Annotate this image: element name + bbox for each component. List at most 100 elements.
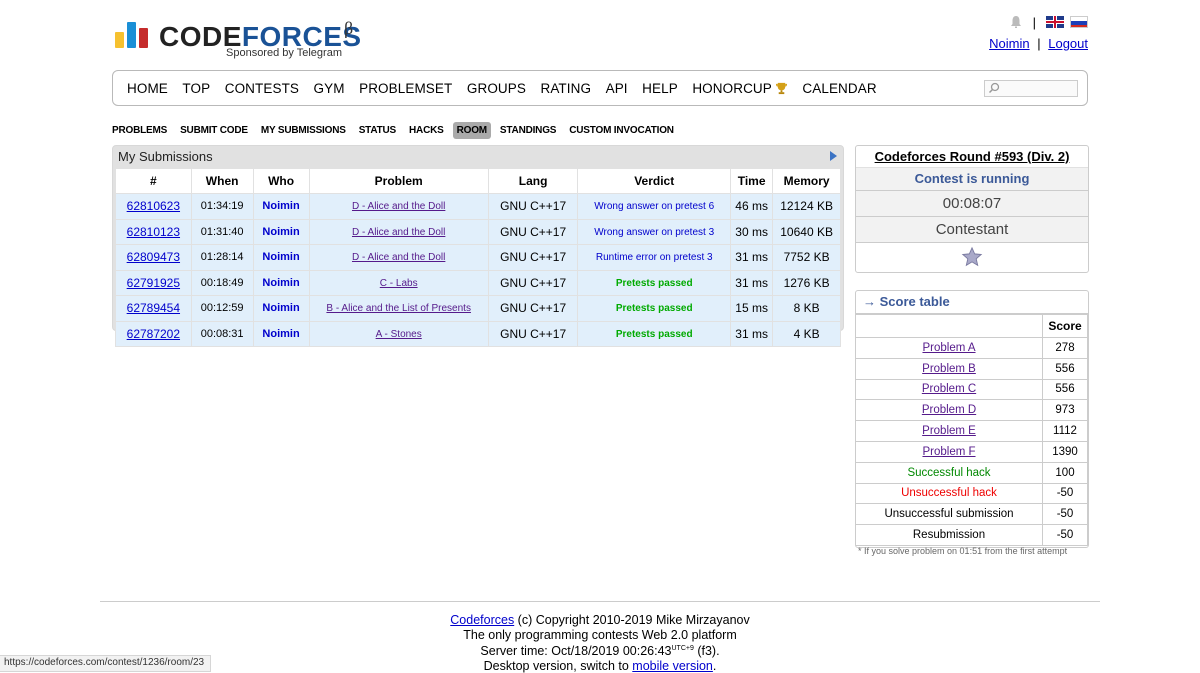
score-label: Unsuccessful hack xyxy=(901,487,997,500)
subnav-standings[interactable]: STANDINGS xyxy=(500,125,557,136)
submission-who[interactable]: Noimin xyxy=(252,244,310,271)
expand-arrow-icon[interactable] xyxy=(830,151,837,161)
score-row: Unsuccessful hack -50 xyxy=(856,482,1088,505)
logout-link[interactable]: Logout xyxy=(1048,36,1088,51)
submission-id-link[interactable]: 62789454 xyxy=(127,301,180,315)
submission-lang: GNU C++17 xyxy=(487,295,579,322)
submission-who[interactable]: Noimin xyxy=(252,193,310,220)
col-memory: Memory xyxy=(772,168,841,194)
logo-bars-icon xyxy=(115,22,151,48)
submission-row: 62809473 01:28:14 Noimin D - Alice and the … xyxy=(115,244,841,271)
submission-verdict[interactable]: Pretests passed xyxy=(577,320,731,347)
submission-who[interactable]: Noimin xyxy=(252,320,310,347)
submission-problem-link[interactable]: A - Stones xyxy=(376,329,422,340)
menu-help[interactable]: HELP xyxy=(642,81,678,96)
menu-problemset[interactable]: PROBLEMSET xyxy=(359,81,452,96)
score-problem-link[interactable]: Problem C xyxy=(922,383,976,395)
submission-lang: GNU C++17 xyxy=(487,269,579,296)
footer-codeforces-link[interactable]: Codeforces xyxy=(450,613,514,627)
score-value: 1112 xyxy=(1042,420,1088,442)
submission-verdict[interactable]: Wrong answer on pretest 3 xyxy=(577,218,731,245)
ru-flag-icon[interactable] xyxy=(1070,16,1088,28)
score-problem-link[interactable]: Problem B xyxy=(922,363,976,375)
submission-row: 62810623 01:34:19 Noimin D - Alice and the … xyxy=(115,193,841,220)
participant-role: Contestant xyxy=(856,217,1088,243)
submission-id-link[interactable]: 62810623 xyxy=(127,199,180,213)
menu-home[interactable]: HOME xyxy=(127,81,168,96)
search-input[interactable] xyxy=(984,80,1078,97)
submission-verdict[interactable]: Pretests passed xyxy=(577,269,731,296)
score-value: 1390 xyxy=(1042,440,1088,463)
submission-problem-link[interactable]: B - Alice and the List of Presents xyxy=(326,303,471,314)
submission-verdict[interactable]: Runtime error on pretest 3 xyxy=(577,244,731,271)
contest-name-link[interactable]: Codeforces Round #593 (Div. 2) xyxy=(875,149,1070,164)
col-when: When xyxy=(190,168,254,194)
score-problem-link[interactable]: Problem E xyxy=(922,425,976,437)
score-value: -50 xyxy=(1042,503,1088,526)
submission-problem-link[interactable]: D - Alice and the Doll xyxy=(352,227,445,238)
user-profile-link[interactable]: Noimin xyxy=(989,36,1029,51)
submission-verdict[interactable]: Wrong answer on pretest 6 xyxy=(577,193,731,220)
submission-row: 62787202 00:08:31 Noimin A - Stones GNU C++1… xyxy=(115,320,841,347)
submission-lang: GNU C++17 xyxy=(487,244,579,271)
score-row: Problem B 556 xyxy=(856,357,1088,380)
col-verdict: Verdict xyxy=(577,168,731,194)
submission-verdict[interactable]: Pretests passed xyxy=(577,295,731,322)
submission-who[interactable]: Noimin xyxy=(252,269,310,296)
contest-subnav: PROBLEMS SUBMIT CODE MY SUBMISSIONS STAT… xyxy=(112,122,687,139)
score-value: 973 xyxy=(1042,399,1088,422)
submission-id-link[interactable]: 62810123 xyxy=(127,225,180,239)
score-col-header: Score xyxy=(1042,314,1088,338)
submission-memory: 1276 KB xyxy=(772,269,841,296)
uk-flag-icon[interactable] xyxy=(1046,16,1064,28)
score-row: Problem C 556 xyxy=(856,378,1088,401)
menu-gym[interactable]: GYM xyxy=(314,81,345,96)
contest-timer: 00:08:07 xyxy=(856,191,1088,217)
submission-problem-link[interactable]: D - Alice and the Doll xyxy=(352,201,445,212)
submission-id-link[interactable]: 62787202 xyxy=(127,327,180,341)
subnav-custom-invocation[interactable]: CUSTOM INVOCATION xyxy=(569,125,674,136)
submission-who[interactable]: Noimin xyxy=(252,218,310,245)
menu-top[interactable]: TOP xyxy=(182,81,210,96)
score-problem-link[interactable]: Problem A xyxy=(922,342,975,354)
codeforces-logo[interactable]: CODEFORCES β Sponsored by Telegram xyxy=(115,18,375,62)
score-problem-link[interactable]: Problem F xyxy=(922,446,975,458)
score-row: Resubmission -50 xyxy=(856,524,1088,546)
submission-time: 30 ms xyxy=(729,218,774,245)
submission-id-link[interactable]: 62791925 xyxy=(127,276,180,290)
submission-time: 46 ms xyxy=(729,193,774,220)
score-row: Unsuccessful submission -50 xyxy=(856,503,1088,526)
star-icon[interactable] xyxy=(961,246,983,268)
score-problem-link[interactable]: Problem D xyxy=(922,404,976,416)
menu-rating[interactable]: RATING xyxy=(540,81,591,96)
submission-id-link[interactable]: 62809473 xyxy=(127,250,180,264)
subnav-my-submissions[interactable]: MY SUBMISSIONS xyxy=(261,125,346,136)
mobile-version-link[interactable]: mobile version xyxy=(632,659,713,673)
subnav-status[interactable]: STATUS xyxy=(359,125,397,136)
logo-beta: β xyxy=(344,18,354,38)
subnav-hacks[interactable]: HACKS xyxy=(409,125,444,136)
menu-api[interactable]: API xyxy=(606,81,628,96)
score-table: Score Problem A 278 Problem B 556 Problem C 5… xyxy=(856,314,1088,546)
subnav-room[interactable]: ROOM xyxy=(452,122,491,139)
submission-who[interactable]: Noimin xyxy=(252,295,310,322)
submission-problem-link[interactable]: D - Alice and the Doll xyxy=(352,252,445,263)
score-label: Unsuccessful submission xyxy=(884,508,1014,521)
menu-groups[interactable]: GROUPS xyxy=(467,81,526,96)
menu-contests[interactable]: CONTESTS xyxy=(225,81,299,96)
subnav-submit-code[interactable]: SUBMIT CODE xyxy=(180,125,248,136)
menu-calendar[interactable]: CALENDAR xyxy=(802,81,876,96)
subnav-problems[interactable]: PROBLEMS xyxy=(112,125,167,136)
contest-status: Contest is running xyxy=(856,168,1088,191)
browser-status-bar: https://codeforces.com/contest/1236/room… xyxy=(0,655,212,672)
score-footnote: * If you solve problem on 01:51 from the… xyxy=(858,546,1068,556)
submission-memory: 10640 KB xyxy=(772,218,841,245)
bell-icon[interactable] xyxy=(1009,15,1023,29)
menu-honorcup[interactable]: HONORCUP xyxy=(692,81,788,96)
submission-time: 31 ms xyxy=(729,269,774,296)
submission-when: 00:18:49 xyxy=(190,269,254,296)
submission-when: 01:31:40 xyxy=(190,218,254,245)
submission-time: 31 ms xyxy=(729,244,774,271)
submission-problem-link[interactable]: C - Labs xyxy=(380,278,418,289)
my-submissions-panel: My Submissions # When Who Problem Lang V… xyxy=(112,145,844,347)
